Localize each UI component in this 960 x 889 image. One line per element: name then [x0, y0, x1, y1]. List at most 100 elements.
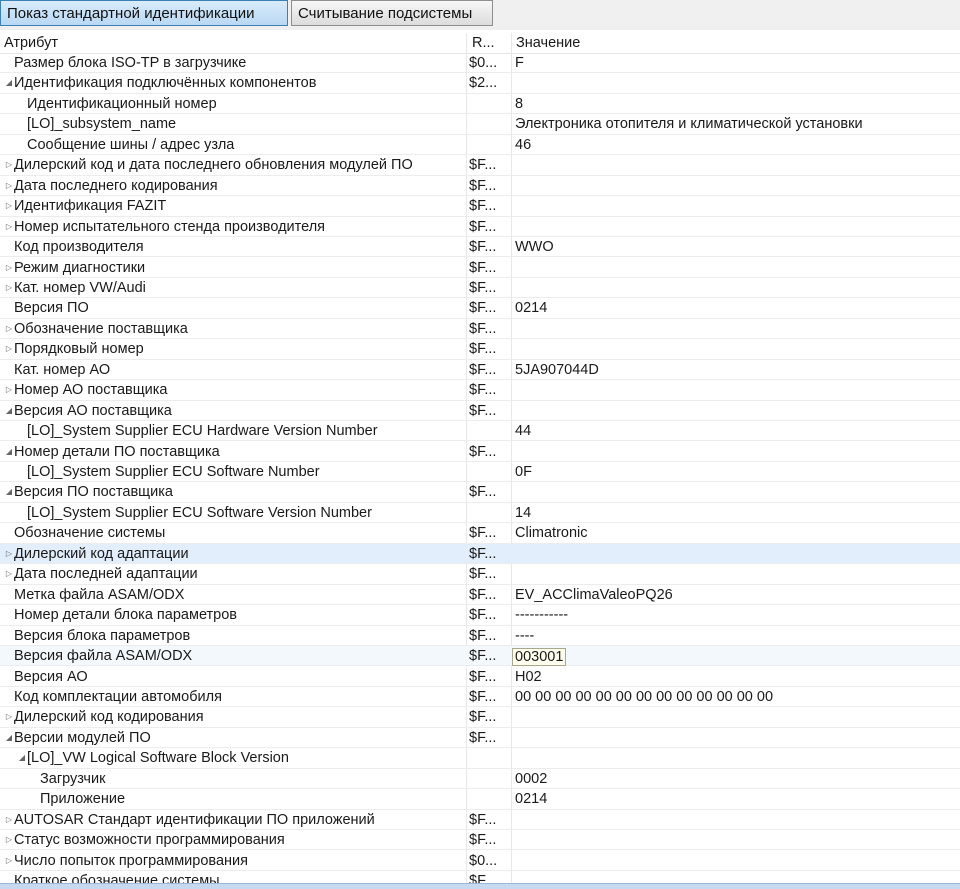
attribute-label: Дилерский код адаптации [14, 545, 189, 562]
table-row[interactable]: Кат. номер АО $F... 5JA907044D [0, 360, 960, 381]
collapsed-arrow-icon[interactable]: ▷ [4, 564, 14, 584]
value-cell [515, 155, 960, 175]
attribute-cell: ▷ Дилерский код и дата последнего обновле… [0, 155, 470, 175]
table-row[interactable]: ▷ Статус возможности программирования $F..… [0, 830, 960, 851]
expanded-arrow-icon[interactable]: ◢ [17, 748, 27, 768]
table-row[interactable]: ▷ Идентификация FAZIT $F... [0, 196, 960, 217]
table-row[interactable]: Приложение 0214 [0, 789, 960, 810]
expanded-arrow-icon[interactable]: ◢ [4, 401, 14, 421]
collapsed-arrow-icon[interactable]: ▷ [4, 810, 14, 830]
table-row[interactable]: Версия АО $F... H02 [0, 667, 960, 687]
collapsed-arrow-icon[interactable]: ▷ [4, 830, 14, 850]
value-cell: Climatronic [515, 525, 588, 542]
raw-cell: $F... [469, 443, 497, 460]
table-row[interactable]: ▷ Число попыток программирования $0... [0, 851, 960, 871]
table-row[interactable]: Краткое обозначение системы $F... [0, 871, 960, 883]
table-row[interactable]: ▷ Дилерский код кодирования $F... [0, 707, 960, 728]
tab-subsystem-readout[interactable]: Считывание подсистемы [291, 0, 493, 26]
attribute-label: Идентификационный номер [27, 95, 217, 112]
attribute-label: Размер блока ISO-TP в загрузчике [14, 55, 247, 71]
collapsed-arrow-icon[interactable]: ▷ [4, 319, 14, 339]
value-cell: Электроника отопителя и климатической ус… [515, 116, 863, 133]
collapsed-arrow-icon[interactable]: ▷ [4, 278, 14, 298]
table-row[interactable]: Размер блока ISO-TP в загрузчике $0... F [0, 53, 960, 74]
collapsed-arrow-icon[interactable]: ▷ [4, 707, 14, 727]
table-row[interactable]: ▷ Дилерский код адаптации $F... [0, 543, 960, 565]
table-row[interactable]: ▷ Дата последнего кодирования $F... [0, 176, 960, 197]
table-row[interactable]: Версия блока параметров $F... ---- [0, 626, 960, 646]
table-row[interactable]: ▷ Режим диагностики $F... [0, 258, 960, 278]
collapsed-arrow-icon[interactable]: ▷ [4, 196, 14, 216]
table-row[interactable]: ▷ Номер испытательного стенда производите… [0, 217, 960, 237]
table-row[interactable]: ◢ Версия ПО поставщика $F... [0, 482, 960, 503]
tab-standard-identification[interactable]: Показ стандартной идентификации [0, 0, 288, 26]
table-row[interactable]: [LO]_subsystem_name Электроника отопителя… [0, 114, 960, 135]
table-row[interactable]: ◢ [LO]_VW Logical Software Block Version [0, 748, 960, 769]
table-row[interactable]: ▷ Дата последней адаптации $F... [0, 564, 960, 585]
table-row[interactable]: Метка файла ASAM/ODX $F... EV_ACClimaValeo… [0, 585, 960, 606]
attribute-cell: ▷ Режим диагностики [0, 258, 470, 278]
table-row[interactable]: ◢ Версия АО поставщика $F... [0, 401, 960, 422]
table-row[interactable]: ▷ Номер АО поставщика $F... [0, 380, 960, 401]
value-cell: 14 [515, 504, 532, 521]
attribute-cell: ◢ Версия АО поставщика [0, 401, 470, 421]
horizontal-scrollbar[interactable] [0, 883, 960, 889]
attribute-label: Идентификация подключённых компонентов [14, 75, 317, 92]
table-row[interactable]: ▷ AUTOSAR Стандарт идентификации ПО прило… [0, 810, 960, 831]
table-row[interactable]: [LO]_System Supplier ECU Software Number… [0, 462, 960, 483]
attribute-cell: Версия ПО [0, 298, 470, 318]
table-row[interactable]: Номер детали блока параметров $F... ------… [0, 605, 960, 626]
table-row[interactable]: ◢ Номер детали ПО поставщика $F... [0, 442, 960, 462]
collapsed-arrow-icon[interactable]: ▷ [4, 217, 14, 237]
table-row[interactable]: ◢ Версии модулей ПО $F... [0, 728, 960, 749]
collapsed-arrow-icon[interactable]: ▷ [4, 258, 14, 278]
attribute-label: Метка файла ASAM/ODX [14, 586, 185, 603]
column-attribute-header[interactable]: Атрибут [4, 33, 58, 53]
attribute-cell: [LO]_subsystem_name [0, 114, 483, 134]
attribute-cell: ▷ Идентификация FAZIT [0, 196, 470, 216]
table-row[interactable]: Идентификационный номер 8 [0, 94, 960, 115]
table-row[interactable]: Версия ПО $F... 0214 [0, 298, 960, 319]
table-row[interactable]: Сообщение шины / адрес узла 46 [0, 135, 960, 156]
expanded-arrow-icon[interactable]: ◢ [4, 728, 14, 748]
raw-cell [469, 789, 509, 809]
table-row[interactable]: [LO]_System Supplier ECU Hardware Versio… [0, 421, 960, 442]
collapsed-arrow-icon[interactable]: ▷ [4, 155, 14, 175]
table-row[interactable]: ◢ Идентификация подключённых компонентов $… [0, 73, 960, 94]
attribute-cell: ▷ Статус возможности программирования [0, 830, 470, 850]
table-row[interactable]: Версия файла ASAM/ODX $F... 003001 [0, 646, 960, 667]
collapsed-arrow-icon[interactable]: ▷ [4, 544, 14, 564]
column-value-header[interactable]: Значение [516, 33, 580, 53]
column-raw-header[interactable]: R... [472, 33, 495, 53]
collapsed-arrow-icon[interactable]: ▷ [4, 380, 14, 400]
attribute-label: AUTOSAR Стандарт идентификации ПО прилож… [14, 811, 375, 828]
attribute-label: Приложение [40, 791, 126, 808]
table-row[interactable]: ▷ Обозначение поставщика $F... [0, 319, 960, 340]
value-cell: 0002 [515, 770, 548, 787]
attribute-label: Номер детали блока параметров [14, 607, 238, 624]
table-row[interactable]: [LO]_System Supplier ECU Software Versio… [0, 503, 960, 524]
table-row[interactable]: Код комплектации автомобиля $F... 00 00 00… [0, 687, 960, 708]
table-row[interactable]: Загрузчик 0002 [0, 769, 960, 790]
value-cell [515, 871, 960, 883]
value-cell: 00 00 00 00 00 00 00 00 00 00 00 00 00 [515, 688, 774, 705]
collapsed-arrow-icon[interactable]: ▷ [4, 339, 14, 359]
attribute-label: Номер испытательного стенда производител… [14, 218, 326, 235]
table-row[interactable]: ▷ Порядковый номер $F... [0, 339, 960, 360]
table-row[interactable]: ▷ Кат. номер VW/Audi $F... [0, 278, 960, 299]
table-row[interactable]: ▷ Дилерский код и дата последнего обновле… [0, 155, 960, 176]
attribute-label: [LO]_subsystem_name [27, 116, 177, 133]
expanded-arrow-icon[interactable]: ◢ [4, 73, 14, 93]
collapsed-arrow-icon[interactable]: ▷ [4, 176, 14, 196]
table-row[interactable]: Код производителя $F... WWO [0, 237, 960, 258]
expanded-arrow-icon[interactable]: ◢ [4, 482, 14, 502]
attribute-label: [LO]_System Supplier ECU Hardware Versio… [27, 423, 378, 440]
attribute-label: Версия ПО [14, 300, 89, 317]
table-row[interactable]: Обозначение системы $F... Climatronic [0, 523, 960, 544]
collapsed-arrow-icon[interactable]: ▷ [4, 851, 14, 871]
raw-cell: $F... [469, 566, 497, 583]
value-tooltip: 003001 [512, 648, 567, 667]
value-cell: F [515, 55, 524, 71]
expanded-arrow-icon[interactable]: ◢ [4, 442, 14, 462]
value-cell [515, 319, 960, 339]
